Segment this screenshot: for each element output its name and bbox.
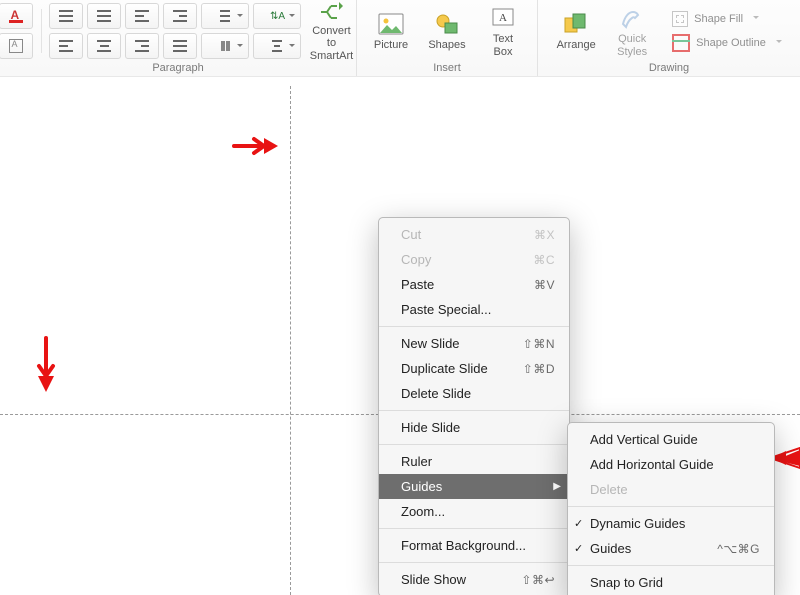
picture-button[interactable]: Picture [365, 1, 417, 61]
shape-fill-icon [672, 11, 688, 27]
menu-paste[interactable]: Paste⌘V [379, 272, 569, 297]
menu-slideshow[interactable]: Slide Show⇧⌘↩ [379, 567, 569, 592]
shape-fill-label: Shape Fill [694, 13, 743, 25]
context-menu: Cut⌘X Copy⌘C Paste⌘V Paste Special... Ne… [378, 217, 570, 595]
check-icon: ✓ [574, 517, 583, 530]
menu-paste-special[interactable]: Paste Special... [379, 297, 569, 322]
align-text-button[interactable] [253, 33, 301, 59]
shapes-label: Shapes [428, 39, 465, 52]
convert-smartart-label: Convert to SmartArt [306, 25, 356, 63]
submenu-add-vertical-guide[interactable]: Add Vertical Guide [568, 427, 774, 452]
arrange-button[interactable]: Arrange [550, 1, 602, 61]
submenu-snap-to-grid[interactable]: Snap to Grid [568, 570, 774, 595]
menu-delete-slide[interactable]: Delete Slide [379, 381, 569, 406]
guides-submenu: Add Vertical Guide Add Horizontal Guide … [567, 422, 775, 595]
menu-hide-slide[interactable]: Hide Slide [379, 415, 569, 440]
smartart-icon [317, 0, 345, 24]
picture-label: Picture [374, 39, 408, 52]
bullets-button[interactable] [49, 3, 83, 29]
arrange-icon [562, 10, 590, 38]
group-label-paragraph: Paragraph [152, 62, 203, 76]
textbox-icon: A [489, 4, 517, 32]
svg-text:A: A [499, 12, 507, 24]
textbox-label: Text Box [493, 33, 513, 58]
menu-guides[interactable]: Guides▶ [379, 474, 569, 499]
decrease-indent-button[interactable] [125, 3, 159, 29]
columns-button[interactable] [201, 33, 249, 59]
check-icon: ✓ [574, 542, 583, 555]
submenu-delete-guide: Delete [568, 477, 774, 502]
line-spacing-button[interactable] [201, 3, 249, 29]
ribbon-group-paragraph: A A [0, 0, 357, 76]
group-label-insert: Insert [433, 62, 461, 76]
menu-duplicate-slide[interactable]: Duplicate Slide⇧⌘D [379, 356, 569, 381]
menu-copy: Copy⌘C [379, 247, 569, 272]
menu-ruler[interactable]: Ruler [379, 449, 569, 474]
submenu-add-horizontal-guide[interactable]: Add Horizontal Guide [568, 452, 774, 477]
align-left-button[interactable] [49, 33, 83, 59]
group-label-drawing: Drawing [649, 62, 689, 76]
submenu-dynamic-guides[interactable]: ✓Dynamic Guides [568, 511, 774, 536]
ruler-separator [0, 76, 800, 77]
menu-new-slide[interactable]: New Slide⇧⌘N [379, 331, 569, 356]
annotation-arrow-right [232, 134, 282, 158]
submenu-guides-toggle[interactable]: ✓Guides^⌥⌘G [568, 536, 774, 561]
vertical-guide[interactable] [290, 86, 291, 595]
convert-smartart-button[interactable]: Convert to SmartArt [305, 1, 357, 61]
numbering-button[interactable] [87, 3, 121, 29]
align-right-button[interactable] [125, 33, 159, 59]
menu-cut: Cut⌘X [379, 222, 569, 247]
quick-styles-icon [618, 4, 646, 32]
shape-outline-label: Shape Outline [696, 37, 766, 49]
annotation-arrow-down [34, 336, 58, 396]
align-center-button[interactable] [87, 33, 121, 59]
slide-canvas[interactable]: Cut⌘X Copy⌘C Paste⌘V Paste Special... Ne… [0, 76, 800, 595]
clear-format-button[interactable]: A [0, 33, 33, 59]
shapes-button[interactable]: Shapes [421, 1, 473, 61]
font-color-button[interactable]: A [0, 3, 33, 29]
shapes-icon [433, 10, 461, 38]
shape-outline-button[interactable]: Shape Outline [666, 32, 788, 54]
text-direction-button[interactable]: ⇅A [253, 3, 301, 29]
ribbon: A A [0, 0, 800, 77]
shape-outline-icon [672, 34, 690, 52]
textbox-button[interactable]: A Text Box [477, 1, 529, 61]
shape-fill-button[interactable]: Shape Fill [666, 8, 788, 30]
quick-styles-button[interactable]: Quick Styles [606, 1, 658, 61]
increase-indent-button[interactable] [163, 3, 197, 29]
menu-zoom[interactable]: Zoom... [379, 499, 569, 524]
arrange-label: Arrange [557, 39, 596, 52]
align-justify-button[interactable] [163, 33, 197, 59]
quick-styles-label: Quick Styles [617, 33, 647, 58]
menu-format-background[interactable]: Format Background... [379, 533, 569, 558]
ribbon-group-insert: Picture Shapes A Text Box Insert [357, 0, 538, 76]
ribbon-group-drawing: Arrange Quick Styles Shape Fill Shape Ou… [538, 0, 800, 76]
picture-icon [377, 10, 405, 38]
